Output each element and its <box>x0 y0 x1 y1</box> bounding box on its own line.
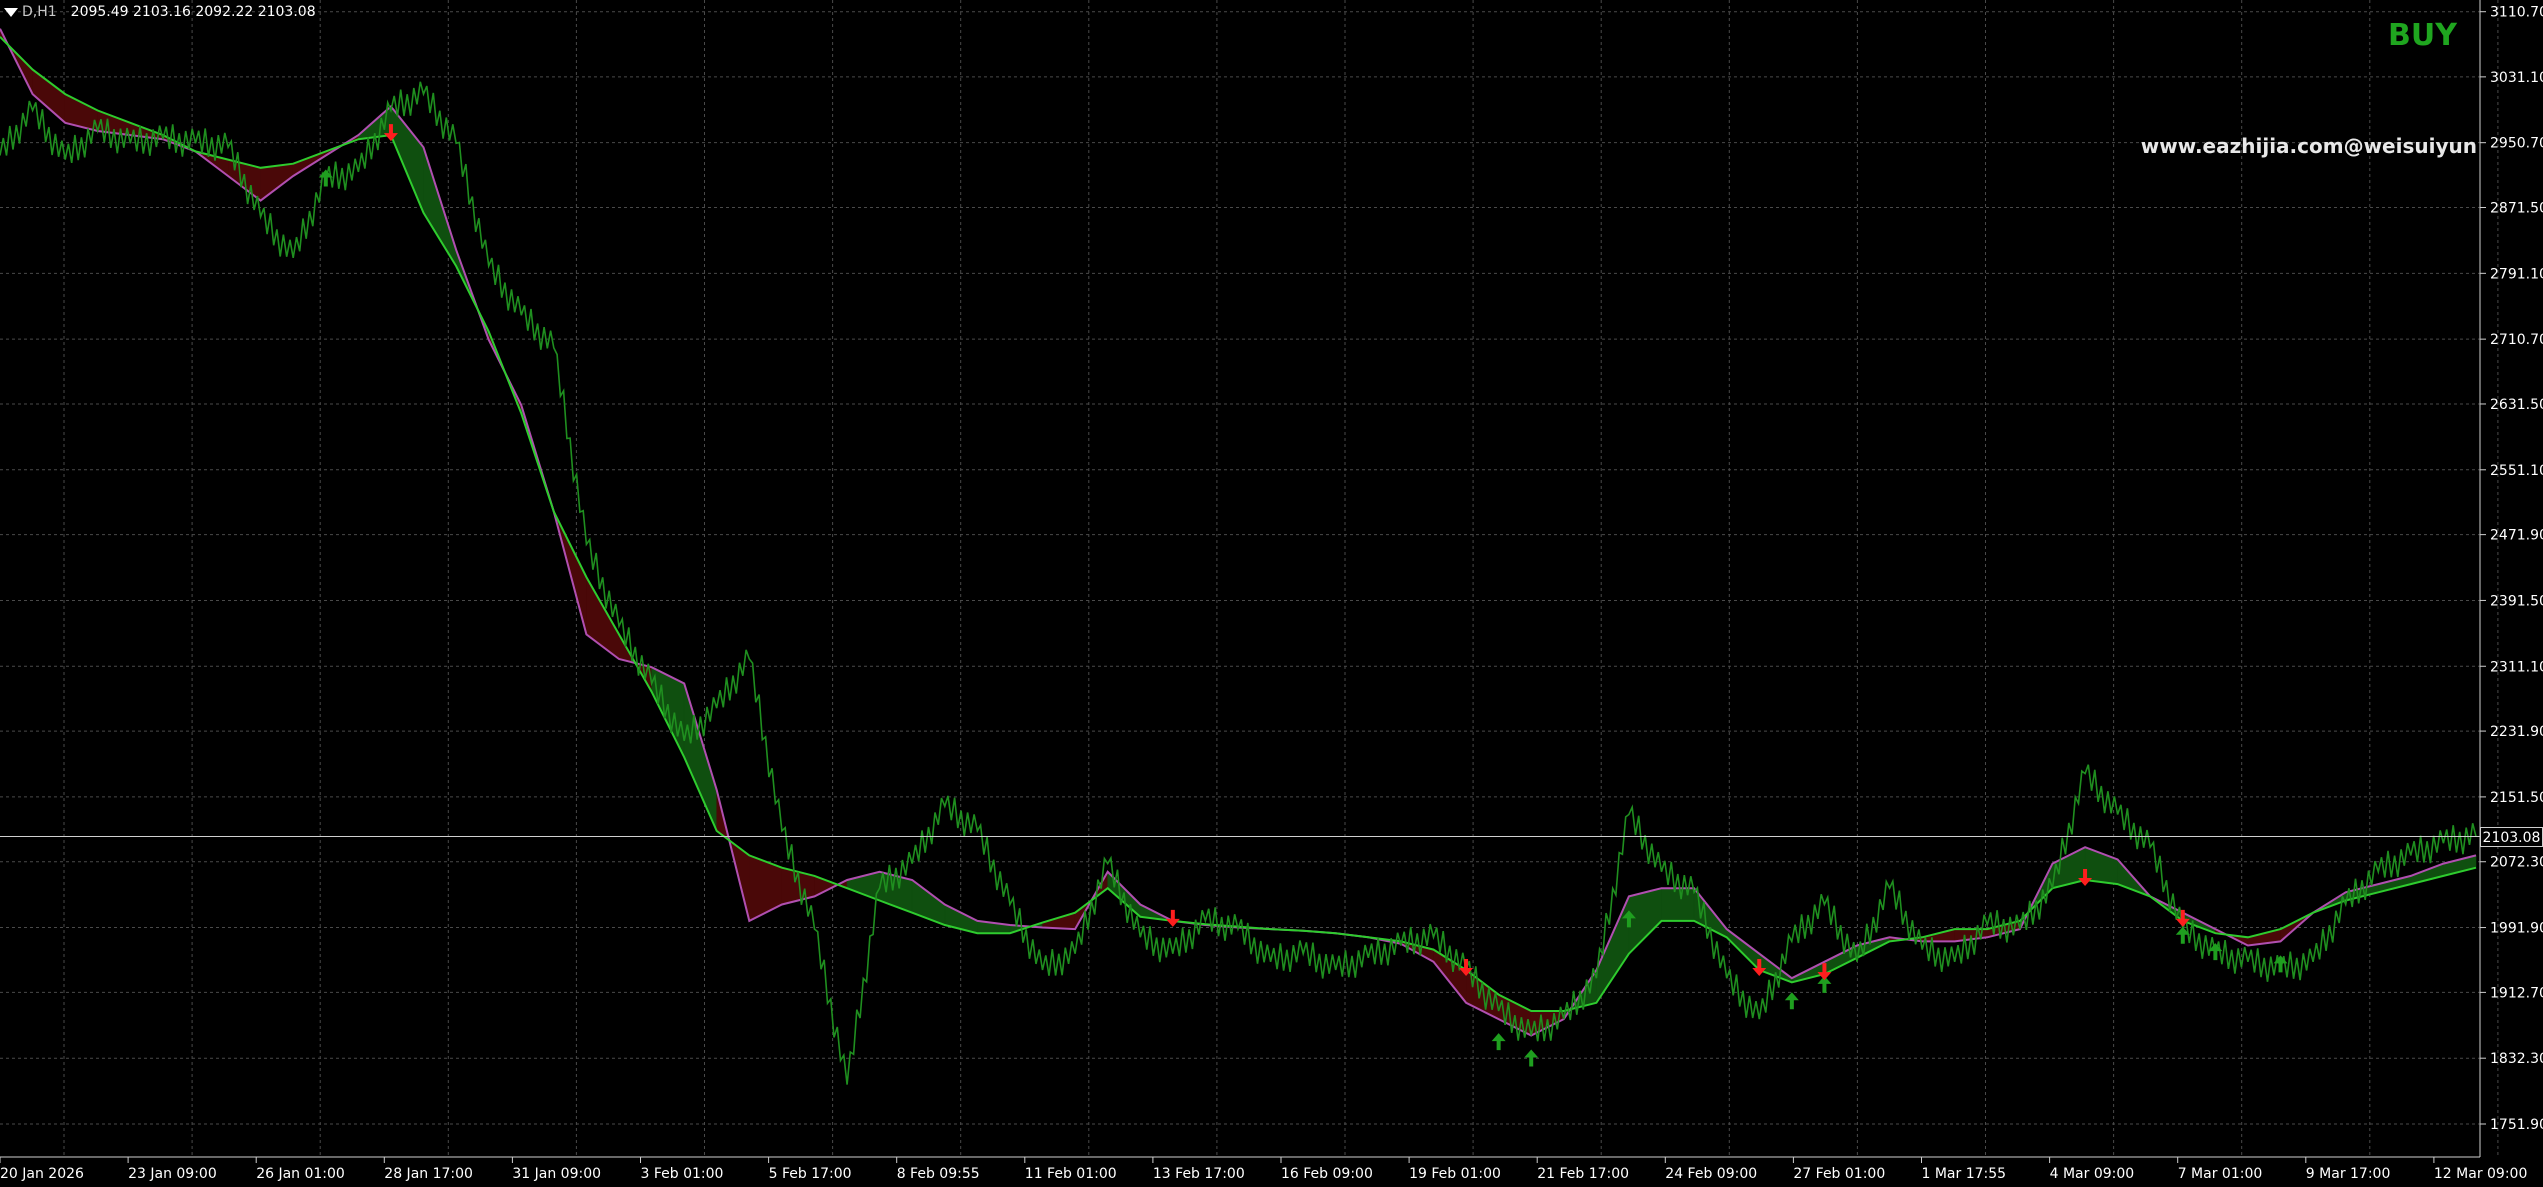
x-tick-label: 27 Feb 01:00 <box>1793 1166 1885 1182</box>
x-tick-label: 9 Mar 17:00 <box>2306 1166 2391 1182</box>
x-tick-label: 1 Mar 17:55 <box>1922 1166 2007 1182</box>
y-tick-label: 1912.70 <box>2490 985 2543 1001</box>
x-tick-label: 13 Feb 17:00 <box>1153 1166 1245 1182</box>
x-tick-label: 7 Mar 01:00 <box>2178 1166 2263 1182</box>
y-tick-label: 3110.70 <box>2490 5 2543 21</box>
y-tick-label: 1751.90 <box>2490 1117 2543 1133</box>
symbol-label: D,H1 <box>22 4 57 20</box>
x-tick-label: 12 Mar 09:00 <box>2434 1166 2527 1182</box>
y-tick-label: 2710.70 <box>2490 332 2543 348</box>
y-tick-label: 2311.10 <box>2490 659 2543 675</box>
y-tick-label: 2950.70 <box>2490 136 2543 152</box>
y-tick-label: 1991.90 <box>2490 921 2543 937</box>
signal-label: BUY <box>2388 18 2457 53</box>
x-tick-label: 21 Feb 17:00 <box>1537 1166 1629 1182</box>
chart-window[interactable]: 3110.70 3031.10 2950.70 2871.50 2791.10 2710.… <box>0 0 2543 1183</box>
y-tick-label: 2791.10 <box>2490 266 2543 282</box>
x-tick-label: 19 Feb 01:00 <box>1409 1166 1501 1182</box>
y-tick-label: 3031.10 <box>2490 70 2543 86</box>
watermark-text: www.eazhijia.com@weisuiyun <box>2140 134 2477 158</box>
x-tick-label: 8 Feb 09:55 <box>897 1166 980 1182</box>
y-tick-label: 2871.50 <box>2490 201 2543 217</box>
collapse-triangle-icon[interactable] <box>4 7 18 17</box>
y-tick-label: 2551.10 <box>2490 463 2543 479</box>
y-tick-label: 2151.50 <box>2490 790 2543 806</box>
x-tick-label: 23 Jan 09:00 <box>128 1166 217 1182</box>
plot-background <box>0 0 2543 1183</box>
y-tick-label: 2631.50 <box>2490 397 2543 413</box>
x-tick-label: 3 Feb 01:00 <box>641 1166 724 1182</box>
cloud-segment <box>1661 887 1695 922</box>
x-tick-label: 11 Feb 01:00 <box>1025 1166 1117 1182</box>
ohlc-values: 2095.49 2103.16 2092.22 2103.08 <box>70 4 316 20</box>
ohlc-header: D,H1 2095.49 2103.16 2092.22 2103.08 <box>0 0 316 24</box>
price-chart[interactable]: 3110.70 3031.10 2950.70 2871.50 2791.10 2710.… <box>0 0 2543 1183</box>
x-tick-label: 26 Jan 01:00 <box>256 1166 345 1182</box>
y-tick-label: 1832.30 <box>2490 1051 2543 1067</box>
y-tick-label: 2072.30 <box>2490 855 2543 871</box>
y-tick-label: 2391.50 <box>2490 593 2543 609</box>
x-tick-label: 5 Feb 17:00 <box>769 1166 852 1182</box>
x-tick-label: 31 Jan 09:00 <box>512 1166 601 1182</box>
x-tick-label: 16 Feb 09:00 <box>1281 1166 1373 1182</box>
y-tick-label: 2231.90 <box>2490 724 2543 740</box>
y-tick-label: 2471.90 <box>2490 528 2543 544</box>
current-price-tag: 2103.08 <box>2480 826 2543 847</box>
x-tick-label: 24 Feb 09:00 <box>1665 1166 1757 1182</box>
x-tick-label: 4 Mar 09:00 <box>2050 1166 2135 1182</box>
x-tick-label: 28 Jan 17:00 <box>384 1166 473 1182</box>
x-tick-label: 20 Jan 2026 <box>0 1166 84 1182</box>
